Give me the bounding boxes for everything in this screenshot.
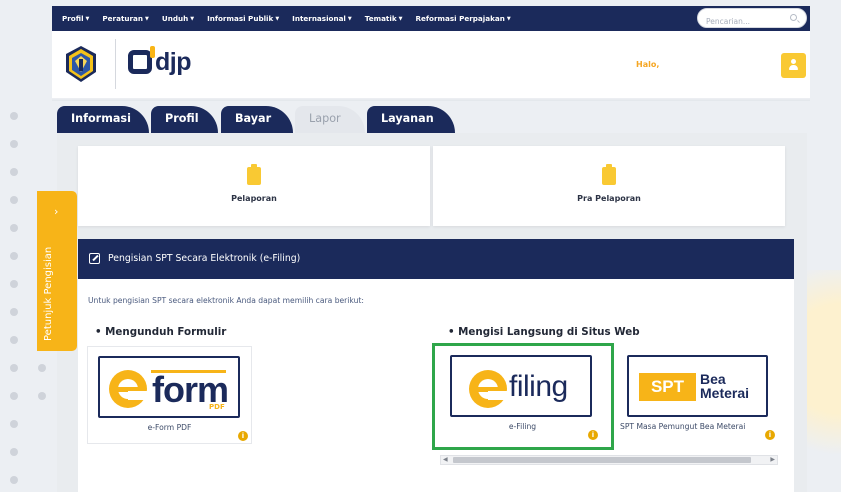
info-icon[interactable]: i: [238, 431, 248, 441]
nav-item-internasional[interactable]: Internasional ▼: [292, 14, 352, 23]
petunjuk-pengisian-label: Petunjuk Pengisian: [43, 246, 54, 341]
decor-dot: [10, 392, 18, 400]
nav-item-label: Reformasi Perpajakan: [415, 14, 505, 23]
tiles-horizontal-scrollbar[interactable]: ◀ ▶: [440, 455, 778, 465]
panel-intro: Untuk pengisian SPT secara elektronik An…: [88, 296, 364, 305]
header-divider: [115, 39, 116, 89]
chevron-right-icon: ›: [54, 205, 59, 218]
nav-item-unduh[interactable]: Unduh ▼: [162, 14, 194, 23]
tab-layanan[interactable]: Layanan: [367, 106, 455, 133]
djp-logo[interactable]: djp: [128, 45, 192, 79]
eform-logo: form PDF: [98, 356, 240, 418]
tab-lapor[interactable]: Lapor: [295, 106, 365, 133]
caret-down-icon: ▼: [145, 16, 149, 22]
scroll-right-arrow-icon[interactable]: ▶: [770, 456, 775, 464]
nav-item-label: Tematik: [364, 14, 397, 23]
decorative-shape: [807, 270, 841, 492]
subtab-pra-pelaporan[interactable]: Pra Pelaporan: [433, 146, 785, 226]
decor-dot: [10, 420, 18, 428]
user-icon-body: [789, 65, 798, 70]
spt-bea-meterai-tile[interactable]: SPT Bea Meterai SPT Masa Pemungut Bea Me…: [620, 349, 777, 445]
decor-dot: [38, 364, 46, 372]
user-icon: [791, 59, 796, 64]
decor-dot: [10, 168, 18, 176]
decor-dot: [10, 252, 18, 260]
nav-item-peraturan[interactable]: Peraturan ▼: [102, 14, 148, 23]
nav-item-label: Profil: [62, 14, 84, 23]
nav-item-profil[interactable]: Profil ▼: [62, 14, 89, 23]
decor-dot: [10, 280, 18, 288]
spt-bea-meterai-logo: SPT Bea Meterai: [627, 355, 768, 417]
nav-item-label: Unduh: [161, 14, 189, 23]
tab-label: Lapor: [309, 112, 341, 125]
decor-dot: [10, 364, 18, 372]
site-header: djp Halo,: [52, 31, 810, 101]
tab-informasi[interactable]: Informasi: [57, 106, 149, 133]
djp-logo-mark-icon: [128, 46, 155, 74]
scroll-left-arrow-icon[interactable]: ◀: [443, 456, 448, 464]
top-navigation: Profil ▼ Peraturan ▼ Unduh ▼ Informasi Publ…: [0, 0, 841, 31]
nav-item-label: Informasi Publik: [207, 14, 274, 23]
top-nav-menu: Profil ▼ Peraturan ▼ Unduh ▼ Informasi Publ…: [62, 6, 524, 31]
tab-profil[interactable]: Profil: [151, 106, 218, 133]
decor-dot: [10, 112, 18, 120]
spt-logo-badge: SPT: [639, 373, 696, 401]
decor-dot: [10, 224, 18, 232]
search-input[interactable]: [706, 12, 788, 31]
tab-label: Informasi: [71, 112, 131, 125]
tab-label: Layanan: [381, 112, 434, 125]
section-title-web: • Mengisi Langsung di Situs Web: [448, 326, 640, 338]
search-box: [697, 8, 807, 31]
caret-down-icon: ▼: [506, 16, 511, 22]
kemenkeu-emblem-icon: [66, 46, 96, 82]
section-title-download: • Mengunduh Formulir: [95, 326, 227, 338]
tab-label: Bayar: [235, 112, 272, 125]
nav-item-reformasi-perpajakan[interactable]: Reformasi Perpajakan ▼: [415, 14, 510, 23]
edit-icon: [89, 253, 100, 264]
info-icon[interactable]: i: [765, 430, 775, 440]
subtab-label: Pelaporan: [231, 194, 277, 203]
decor-dot: [10, 196, 18, 204]
clipboard-check-icon: [247, 164, 261, 185]
petunjuk-pengisian-tab[interactable]: › Petunjuk Pengisian: [37, 191, 77, 351]
efiling-highlight-frame: [432, 343, 614, 450]
search-icon[interactable]: [790, 14, 797, 21]
scroll-thumb[interactable]: [453, 457, 751, 463]
subtab-pelaporan[interactable]: Pelaporan: [78, 146, 430, 226]
spt-caption: SPT Masa Pemungut Bea Meterai: [620, 422, 746, 431]
spt-logo-line2: Meterai: [700, 385, 750, 401]
nav-item-tematik[interactable]: Tematik ▼: [365, 14, 403, 23]
tab-label: Profil: [165, 112, 199, 125]
caret-down-icon: ▼: [275, 16, 280, 22]
nav-item-label: Internasional: [292, 14, 346, 23]
caret-down-icon: ▼: [85, 16, 90, 22]
user-menu-button[interactable]: [781, 53, 806, 78]
nav-item-label: Peraturan: [102, 14, 144, 23]
djp-logo-text: djp: [155, 47, 192, 76]
decor-dot: [10, 336, 18, 344]
eform-caption: e-Form PDF: [147, 423, 192, 432]
eform-pdf-tile[interactable]: form PDF e-Form PDF i: [87, 346, 252, 444]
panel-title: Pengisian SPT Secara Elektronik (e-Filin…: [108, 253, 301, 264]
nav-item-informasi-publik[interactable]: Informasi Publik ▼: [207, 14, 279, 23]
greeting-text: Halo,: [636, 60, 660, 69]
decor-dot: [10, 476, 18, 484]
subtab-label: Pra Pelaporan: [577, 194, 641, 203]
caret-down-icon: ▼: [347, 16, 352, 22]
panel-header: Pengisian SPT Secara Elektronik (e-Filin…: [78, 239, 794, 279]
clipboard-list-icon: [602, 164, 616, 185]
eform-logo-subtext: PDF: [209, 403, 225, 411]
caret-down-icon: ▼: [398, 16, 403, 22]
tab-bayar[interactable]: Bayar: [221, 106, 293, 133]
decor-dot: [38, 392, 46, 400]
decor-dot: [10, 448, 18, 456]
caret-down-icon: ▼: [190, 16, 195, 22]
decor-dot: [10, 308, 18, 316]
decor-dot: [10, 140, 18, 148]
